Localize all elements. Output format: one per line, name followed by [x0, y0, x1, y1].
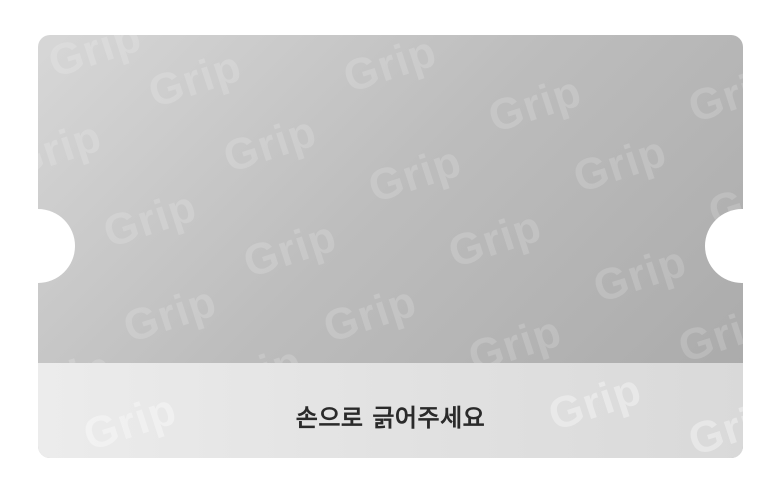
ticket-notch-right — [705, 209, 779, 283]
watermark-text: Grip — [217, 106, 323, 183]
watermark-text: Grip — [362, 136, 468, 213]
watermark-text: Grip — [237, 211, 343, 288]
scratch-card[interactable]: Grip Grip Grip Grip Grip Grip Grip Grip … — [38, 35, 743, 458]
watermark-text: Grip — [117, 276, 223, 353]
watermark-text: Grip — [442, 201, 548, 278]
scratch-instruction-label: 손으로 긁어주세요 — [295, 404, 486, 432]
watermark-text: Grip — [482, 66, 588, 143]
watermark-text: Grip — [682, 56, 743, 133]
watermark-text: Grip — [42, 35, 148, 88]
watermark-text: Grip — [587, 236, 693, 313]
watermark-text: Grip — [672, 296, 743, 373]
scratch-instruction-bar: Grip Grip Grip 손으로 긁어주세요 — [38, 363, 743, 458]
watermark-text: Grip — [567, 126, 673, 203]
watermark-text: Grip — [317, 276, 423, 353]
ticket-notch-left — [1, 209, 75, 283]
watermark-text: Grip — [142, 41, 248, 118]
watermark-text: Grip — [337, 35, 443, 103]
watermark-text: Grip — [38, 111, 108, 188]
watermark-text: Grip — [97, 181, 203, 258]
